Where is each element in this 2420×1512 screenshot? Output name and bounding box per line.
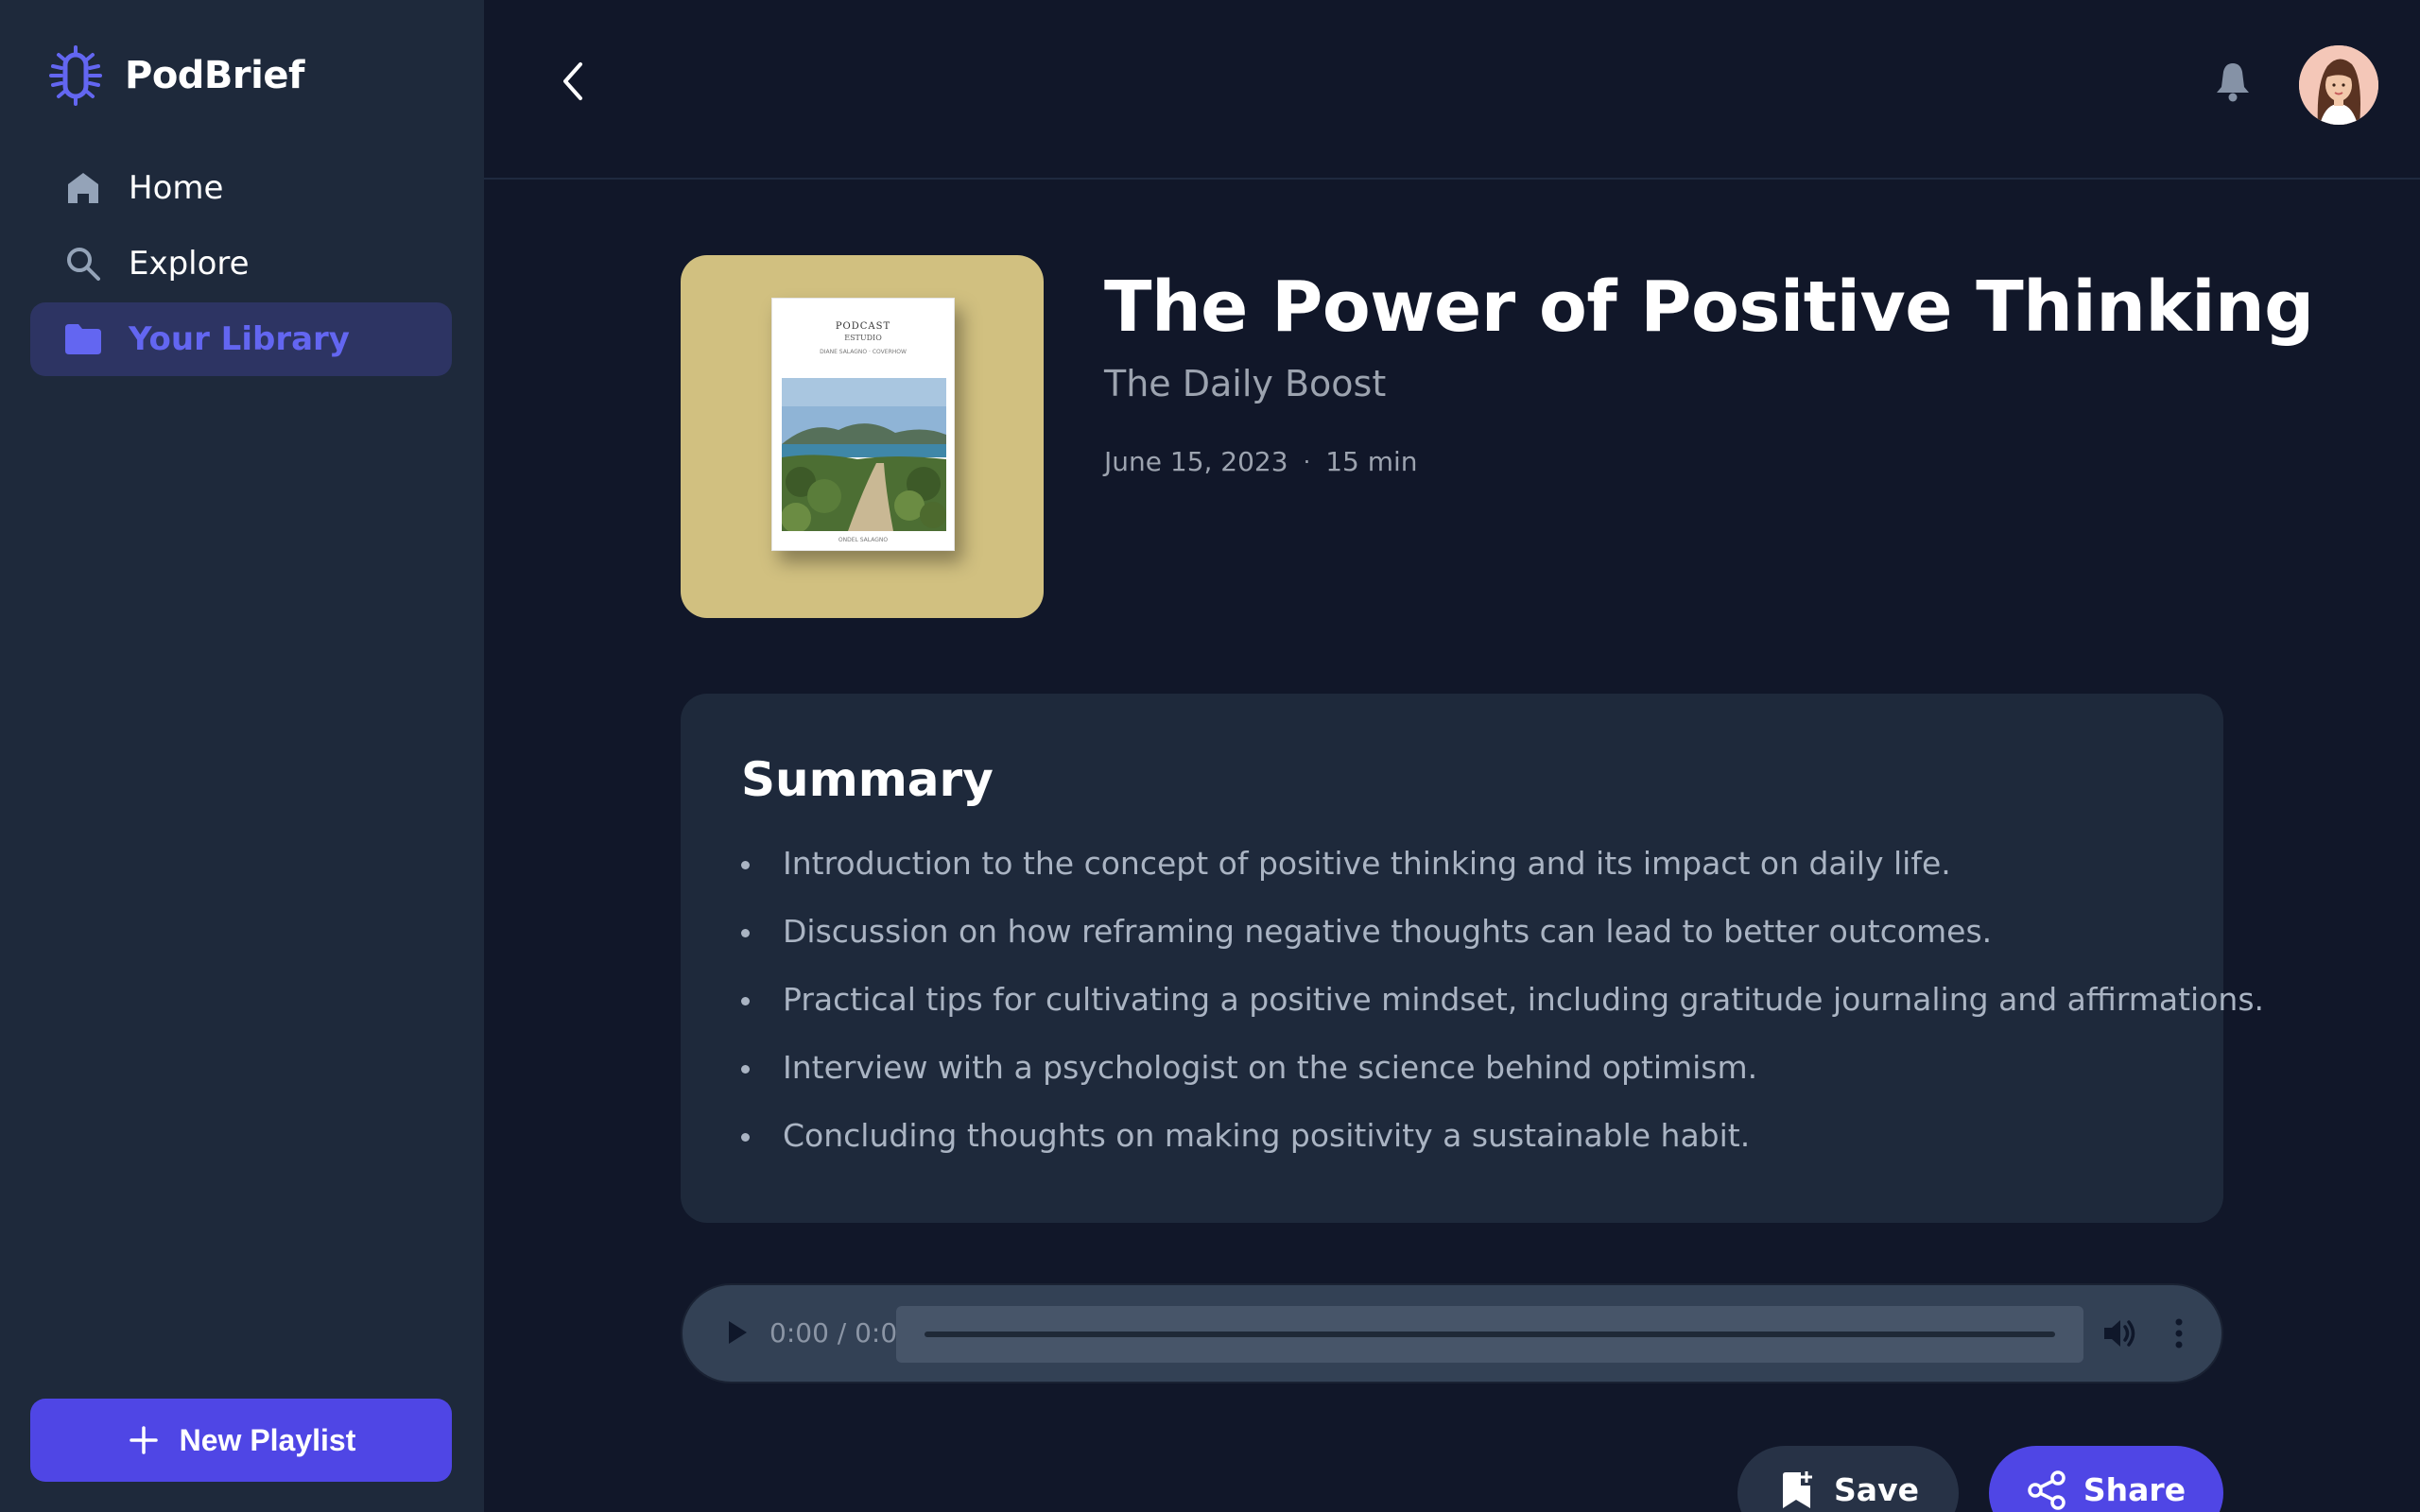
play-icon <box>726 1319 749 1349</box>
summary-list: Introduction to the concept of positive … <box>741 830 2264 1170</box>
save-button[interactable]: Save <box>1737 1446 1959 1512</box>
episode-cover-art: PODCAST ESTUDIO DIANE SALAGNO · COVERHOW… <box>681 255 1044 618</box>
save-label: Save <box>1834 1471 1919 1508</box>
cover-landscape-image <box>782 378 946 531</box>
sidebar-item-label: Explore <box>129 245 250 283</box>
folder-icon <box>62 318 104 360</box>
new-playlist-label: New Playlist <box>179 1422 356 1457</box>
cover-book-image: PODCAST ESTUDIO DIANE SALAGNO · COVERHOW… <box>771 298 955 551</box>
list-item: Practical tips for cultivating a positiv… <box>741 966 2264 1034</box>
playback-time: 0:00 / 0:02 <box>769 1317 914 1349</box>
chevron-left-icon <box>556 59 590 108</box>
summary-card: Summary Introduction to the concept of p… <box>681 694 2264 1223</box>
list-item: Concluding thoughts on making positivity… <box>741 1102 2163 1170</box>
back-button[interactable] <box>544 55 601 112</box>
brand[interactable]: PodBrief <box>45 45 304 106</box>
sidebar-nav: Home Explore Your Library <box>30 151 452 378</box>
list-item: Interview with a psychologist on the sci… <box>741 1034 2163 1102</box>
app-name: PodBrief <box>125 54 304 97</box>
episode-title: The Power of Positive Thinking <box>1104 266 2314 348</box>
notifications-button[interactable] <box>2206 57 2259 110</box>
top-bar <box>484 0 2420 180</box>
share-button[interactable]: Share <box>1989 1446 2223 1512</box>
share-icon <box>2027 1470 2066 1510</box>
plus-icon <box>127 1423 161 1457</box>
list-item: Introduction to the concept of positive … <box>741 830 2163 898</box>
meta-separator: · <box>1303 448 1311 475</box>
volume-button[interactable] <box>2099 1314 2142 1357</box>
sidebar-item-label: Home <box>129 169 224 207</box>
home-icon <box>62 167 104 209</box>
bookmark-add-icon <box>1777 1470 1817 1510</box>
sidebar-item-your-library[interactable]: Your Library <box>30 302 452 376</box>
episode-meta: June 15, 2023 · 15 min <box>1104 446 1418 477</box>
sidebar-item-explore[interactable]: Explore <box>30 227 452 301</box>
cover-text: ONDEL SALAGNO <box>838 537 889 543</box>
new-playlist-button[interactable]: New Playlist <box>30 1399 452 1482</box>
cover-text: DIANE SALAGNO · COVERHOW <box>820 349 907 355</box>
cover-text: ESTUDIO <box>844 334 882 342</box>
play-button[interactable] <box>717 1314 758 1355</box>
seek-bar[interactable] <box>896 1306 2083 1363</box>
episode-show-name[interactable]: The Daily Boost <box>1104 363 1386 404</box>
user-avatar-icon <box>2299 45 2378 125</box>
sidebar: PodBrief Home Explore Your Library New P… <box>0 0 484 1512</box>
bell-icon <box>2214 60 2252 106</box>
more-options-button[interactable] <box>2165 1314 2193 1357</box>
volume-icon <box>2102 1317 2138 1353</box>
bug-logo-icon <box>45 45 106 106</box>
avatar[interactable] <box>2299 45 2378 125</box>
episode-date: June 15, 2023 <box>1104 446 1288 477</box>
cover-text: PODCAST <box>835 321 891 332</box>
sidebar-item-home[interactable]: Home <box>30 151 452 225</box>
seek-track <box>925 1332 2055 1337</box>
search-icon <box>62 243 104 284</box>
more-vertical-icon <box>2174 1317 2184 1353</box>
summary-heading: Summary <box>741 752 994 807</box>
audio-player: 0:00 / 0:02 <box>681 1283 2223 1383</box>
sidebar-item-label: Your Library <box>129 320 350 358</box>
share-label: Share <box>2083 1471 2187 1508</box>
episode-duration: 15 min <box>1325 446 1418 477</box>
list-item: Discussion on how reframing negative tho… <box>741 898 2163 966</box>
